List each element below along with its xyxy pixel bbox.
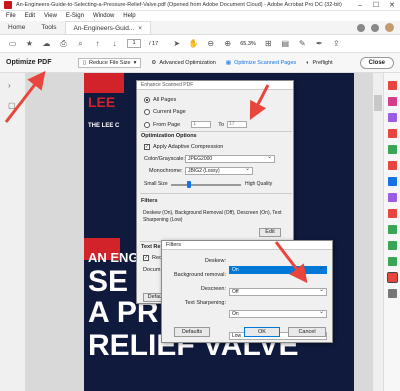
arrow-to-optimize-pdf	[4, 70, 46, 123]
arrow-to-scanned-pages	[249, 84, 270, 120]
annotation-arrows	[4, 70, 308, 284]
arrow-to-filters-dialog	[274, 241, 308, 284]
